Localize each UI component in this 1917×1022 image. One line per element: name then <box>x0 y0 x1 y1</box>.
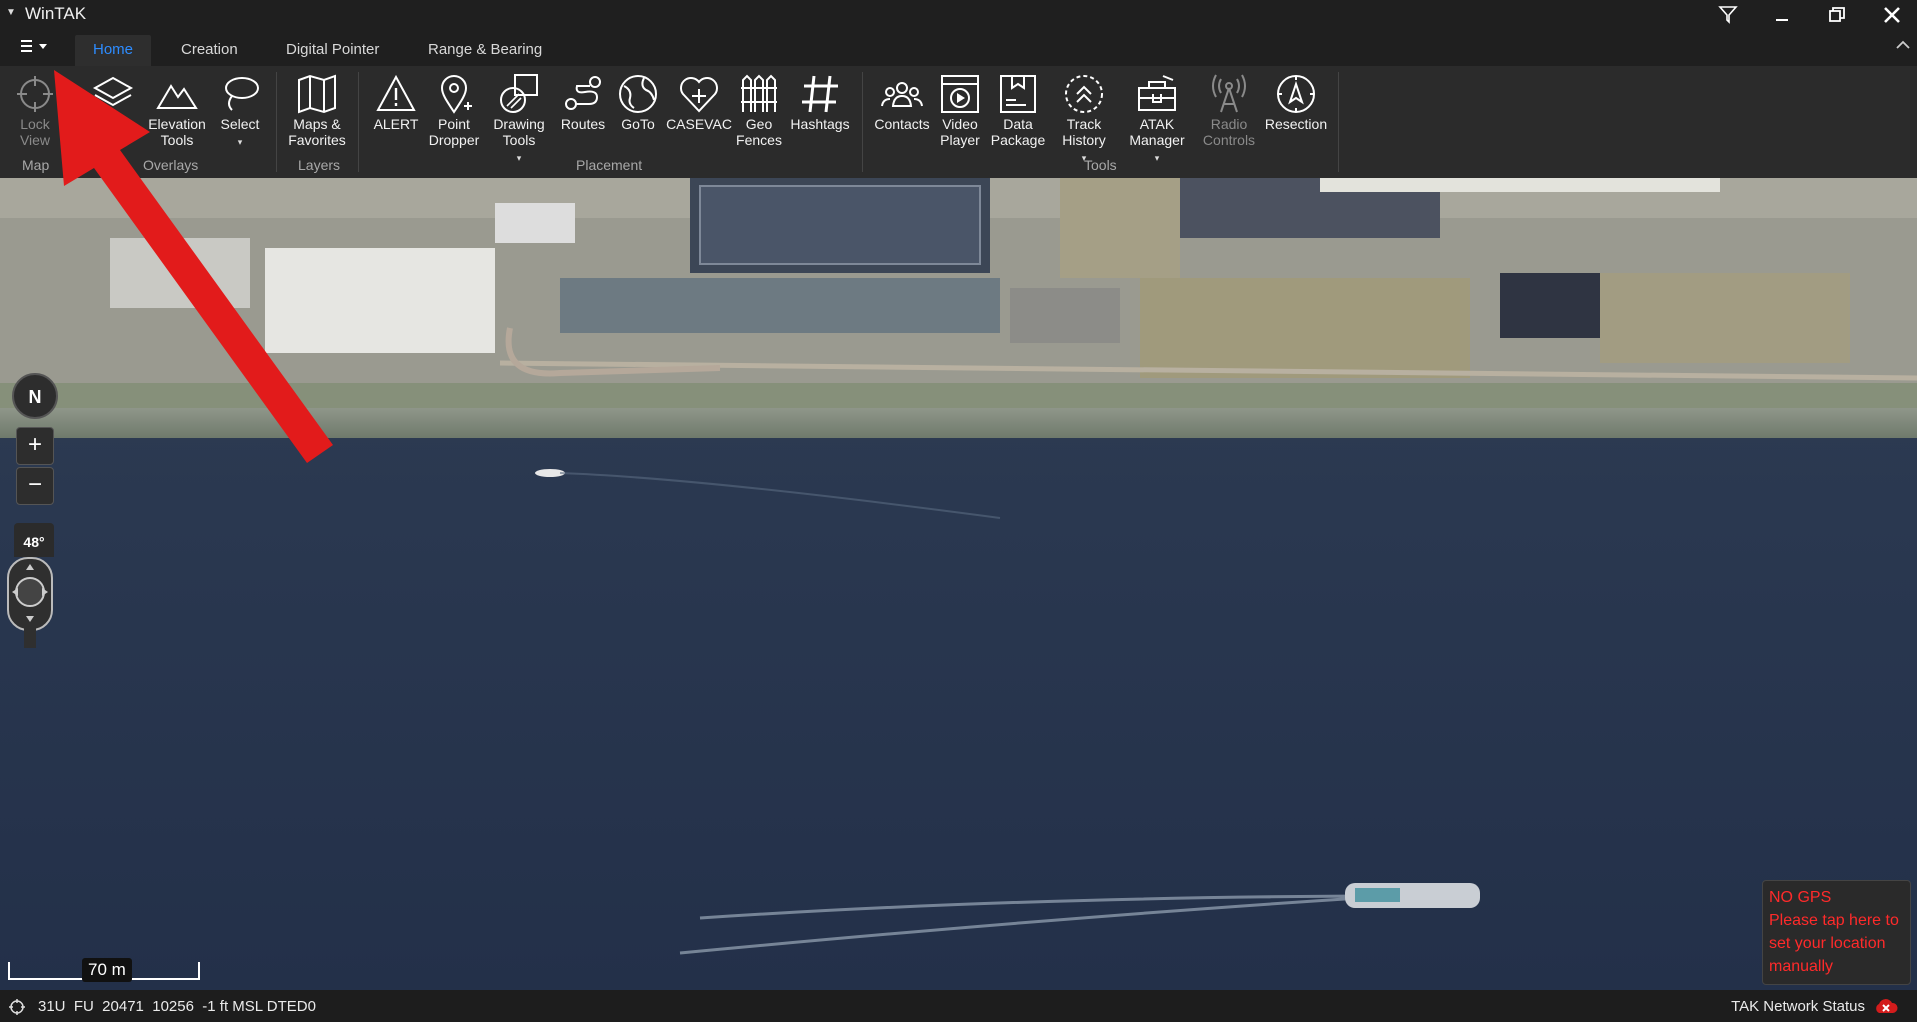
group-separator <box>276 72 277 172</box>
zoom-in-button[interactable]: + <box>16 427 54 465</box>
map-pin-icon <box>440 75 472 114</box>
routes-button[interactable]: Routes <box>553 70 613 158</box>
map-view[interactable]: N + − 48° 70 m NO GPS Please tap here to… <box>0 178 1917 990</box>
point-dropper-button[interactable]: Point Dropper <box>424 70 484 158</box>
group-label-layers: Layers <box>298 157 341 173</box>
close-button[interactable] <box>1872 0 1912 30</box>
casevac-button[interactable]: CASEVAC <box>666 70 732 158</box>
layers-icon <box>92 76 134 107</box>
collapse-ribbon-icon[interactable] <box>1895 37 1911 53</box>
ribbon-tab-row: Home Creation Digital Pointer Range & Be… <box>0 30 1917 66</box>
video-icon <box>941 75 979 113</box>
no-gps-title: NO GPS <box>1769 889 1832 906</box>
elevation-tools-button[interactable]: Elevation Tools <box>146 70 208 158</box>
group-separator <box>358 72 359 172</box>
tab-digital-pointer[interactable]: Digital Pointer <box>268 35 397 66</box>
no-gps-button[interactable]: NO GPS Please tap here to set your locat… <box>1762 880 1911 985</box>
group-label-overlays: Overlays <box>143 157 199 173</box>
globe-icon <box>619 75 657 113</box>
ribbon-toolbar: Lock View Map Elevation Tools Select ▾ O… <box>0 66 1917 178</box>
restore-button[interactable] <box>1817 0 1857 30</box>
compass-button[interactable]: N <box>12 373 58 419</box>
lock-view-button[interactable]: Lock View <box>5 70 65 158</box>
zoom-out-button[interactable]: − <box>16 467 54 505</box>
route-icon <box>565 76 601 110</box>
group-label-map: Map <box>22 157 50 173</box>
contacts-button[interactable]: Contacts <box>871 70 933 158</box>
dropdown-arrow-icon: ▾ <box>516 153 522 163</box>
drawing-icon <box>500 74 538 113</box>
layers-button[interactable] <box>83 70 143 158</box>
title-bar: ▼ WinTAK <box>0 0 1917 30</box>
resection-button[interactable]: Resection <box>1262 70 1330 158</box>
dropdown-arrow-icon: ▾ <box>1154 153 1160 163</box>
radio-controls-button[interactable]: Radio Controls <box>1198 70 1260 158</box>
geo-fences-button[interactable]: Geo Fences <box>729 70 789 158</box>
package-icon <box>1000 75 1036 113</box>
map-icon <box>298 74 336 114</box>
coordinate-readout[interactable]: 31U FU 20471 10256 -1 ft MSL DTED0 <box>38 998 316 1015</box>
select-button[interactable]: Select ▾ <box>210 70 270 158</box>
drawing-tools-button[interactable]: Drawing Tools ▾ <box>489 70 549 163</box>
contacts-icon <box>881 82 923 107</box>
tab-creation[interactable]: Creation <box>163 35 256 66</box>
pan-joystick-icon[interactable] <box>6 556 54 652</box>
alert-button[interactable]: ALERT <box>366 70 426 158</box>
group-separator <box>1338 72 1339 172</box>
video-player-button[interactable]: Video Player <box>930 70 990 158</box>
maps-favorites-button[interactable]: Maps & Favorites <box>286 70 348 158</box>
crosshair-icon[interactable] <box>8 998 26 1016</box>
lasso-icon <box>225 77 259 111</box>
group-label-placement: Placement <box>576 157 643 173</box>
track-history-icon <box>1065 75 1103 113</box>
minimize-button[interactable] <box>1762 0 1802 30</box>
data-package-button[interactable]: Data Package <box>987 70 1049 158</box>
tab-range-bearing[interactable]: Range & Bearing <box>410 35 560 66</box>
toolbox-icon <box>1138 75 1176 111</box>
network-status-label[interactable]: TAK Network Status <box>1731 998 1865 1015</box>
tab-home[interactable]: Home <box>75 35 152 66</box>
group-separator <box>862 72 863 172</box>
fence-icon <box>741 74 777 112</box>
app-title: WinTAK <box>25 4 87 23</box>
no-gps-message: Please tap here to set your location man… <box>1769 912 1899 975</box>
boat-wake <box>535 469 1480 955</box>
status-bar: 31U FU 20471 10256 -1 ft MSL DTED0 TAK N… <box>0 990 1917 1022</box>
warning-icon <box>376 74 416 111</box>
compass-icon <box>1277 75 1315 113</box>
hashtags-button[interactable]: Hashtags <box>790 70 850 158</box>
filter-icon[interactable] <box>1708 0 1748 30</box>
dropdown-arrow-icon: ▾ <box>237 137 243 147</box>
atak-manager-button[interactable]: ATAK Manager ▾ <box>1124 70 1190 163</box>
radio-tower-icon <box>1212 74 1246 113</box>
track-history-button[interactable]: Track History ▾ <box>1053 70 1115 163</box>
scale-label: 70 m <box>82 958 132 982</box>
cloud-error-icon[interactable] <box>1873 996 1899 1016</box>
medical-heart-icon <box>680 77 718 113</box>
goto-button[interactable]: GoTo <box>608 70 668 158</box>
mountain-icon <box>156 84 198 109</box>
tilt-indicator[interactable]: 48° <box>14 523 54 557</box>
hashtag-icon <box>802 75 838 113</box>
chevron-down-icon[interactable]: ▼ <box>6 7 18 21</box>
main-menu-button[interactable] <box>14 36 58 58</box>
group-label-tools: Tools <box>1084 157 1117 173</box>
crosshair-icon <box>17 76 53 112</box>
